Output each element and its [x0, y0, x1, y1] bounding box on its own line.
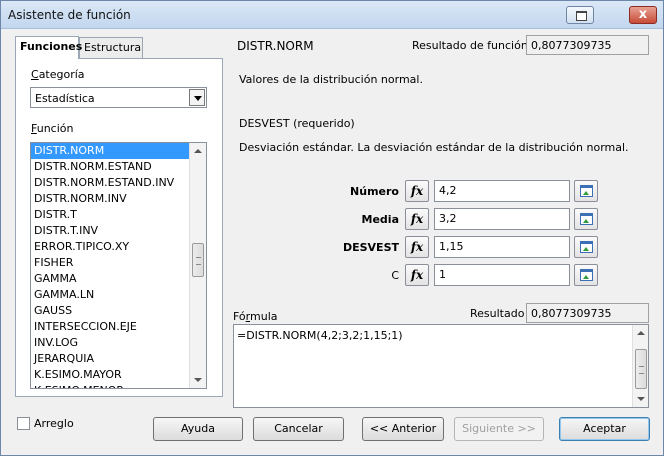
list-item[interactable]: FISHER: [31, 255, 189, 271]
category-selected-value: Estadística: [35, 92, 95, 105]
argument-label: Número: [350, 185, 399, 198]
function-result-label: Resultado de función: [412, 39, 528, 52]
formula-result-label: Resultado: [470, 307, 525, 320]
category-select[interactable]: Estadística: [30, 87, 207, 108]
argument-label: C: [391, 269, 399, 282]
formula-text: =DISTR.NORM(4,2;3,2;1,15;1): [237, 329, 403, 342]
argument-label: DESVEST: [342, 241, 399, 254]
parameter-title: DESVEST (requerido): [239, 117, 355, 130]
cancel-button-label: Cancelar: [274, 422, 323, 435]
parameter-description: Desviación estándar. La desviación están…: [239, 141, 629, 154]
scroll-thumb[interactable]: [192, 243, 204, 278]
window-select-icon: [580, 185, 593, 197]
list-item[interactable]: INV.LOG: [31, 335, 189, 351]
tab-funciones-label: Funciones: [20, 40, 83, 53]
scroll-up-icon[interactable]: [194, 149, 202, 153]
argument-input[interactable]: 4,2: [434, 180, 570, 202]
scroll-down-icon[interactable]: [194, 378, 202, 382]
list-item[interactable]: JERARQUIA: [31, 351, 189, 367]
function-label: Función: [31, 122, 74, 135]
function-result-value: 0,8077309735: [526, 35, 649, 55]
help-button[interactable]: Ayuda: [153, 417, 243, 441]
function-description: Valores de la distribución normal.: [239, 73, 423, 86]
array-checkbox-label: Arreglo: [34, 417, 74, 430]
list-item[interactable]: DISTR.T: [31, 207, 189, 223]
list-item[interactable]: DISTR.NORM.INV: [31, 191, 189, 207]
argument-label: Media: [361, 213, 399, 226]
function-listbox[interactable]: DISTR.NORM DISTR.NORM.ESTAND DISTR.NORM.ES…: [30, 142, 207, 389]
scroll-down-icon[interactable]: [637, 397, 645, 401]
tab-estructura[interactable]: Estructura: [79, 37, 143, 58]
scroll-thumb[interactable]: [635, 349, 647, 389]
formula-label: Fórmula: [233, 310, 278, 323]
restore-icon[interactable]: [566, 6, 594, 24]
previous-button-label: << Anterior: [369, 422, 437, 435]
list-item[interactable]: K.ESIMO.MENOR: [31, 383, 189, 388]
list-item[interactable]: DISTR.NORM.ESTAND.INV: [31, 175, 189, 191]
close-button[interactable]: x: [629, 6, 657, 24]
window-select-icon: [580, 213, 593, 225]
scroll-up-icon[interactable]: [637, 331, 645, 335]
shrink-dialog-icon[interactable]: [574, 236, 598, 258]
tab-estructura-label: Estructura: [84, 41, 142, 54]
formula-result-value: 0,8077309735: [526, 303, 649, 323]
function-name: DISTR.NORM: [237, 39, 314, 53]
function-list: DISTR.NORM DISTR.NORM.ESTAND DISTR.NORM.ES…: [31, 143, 189, 388]
previous-button[interactable]: << Anterior: [362, 417, 444, 441]
window-title: Asistente de función: [8, 8, 131, 22]
window-select-icon: [580, 241, 593, 253]
help-button-label: Ayuda: [181, 422, 215, 435]
shrink-dialog-icon[interactable]: [574, 264, 598, 286]
list-item[interactable]: GAMMA.LN: [31, 287, 189, 303]
fx-icon[interactable]: fx: [405, 180, 429, 202]
formula-scrollbar[interactable]: [632, 325, 648, 407]
chevron-down-icon[interactable]: [189, 89, 205, 106]
cancel-button[interactable]: Cancelar: [253, 417, 344, 441]
fx-icon[interactable]: fx: [405, 264, 429, 286]
list-item[interactable]: DISTR.NORM.ESTAND: [31, 159, 189, 175]
tab-funciones[interactable]: Funciones: [15, 36, 83, 59]
close-icon: x: [638, 7, 648, 22]
list-item[interactable]: INTERSECCION.EJE: [31, 319, 189, 335]
argument-input[interactable]: 3,2: [434, 208, 570, 230]
formula-editor[interactable]: =DISTR.NORM(4,2;3,2;1,15;1): [233, 324, 649, 408]
title-bar[interactable]: Asistente de función x: [1, 1, 663, 29]
accept-button-label: Aceptar: [583, 422, 626, 435]
function-list-scrollbar[interactable]: [189, 143, 206, 388]
next-button[interactable]: Siguiente >>: [454, 417, 544, 441]
list-item[interactable]: GAUSS: [31, 303, 189, 319]
shrink-dialog-icon[interactable]: [574, 208, 598, 230]
list-item[interactable]: ERROR.TIPICO.XY: [31, 239, 189, 255]
list-item[interactable]: GAMMA: [31, 271, 189, 287]
next-button-label: Siguiente >>: [462, 422, 536, 435]
window-select-icon: [580, 269, 593, 281]
fx-icon[interactable]: fx: [405, 236, 429, 258]
list-item[interactable]: K.ESIMO.MAYOR: [31, 367, 189, 383]
category-label: Categoría: [31, 68, 85, 81]
argument-input[interactable]: 1: [434, 264, 570, 286]
fx-icon[interactable]: fx: [405, 208, 429, 230]
accept-button[interactable]: Aceptar: [559, 417, 650, 441]
list-item[interactable]: DISTR.NORM: [31, 143, 189, 159]
function-wizard-dialog: Asistente de función x Funciones Estruct…: [0, 0, 664, 456]
array-checkbox[interactable]: [17, 417, 30, 430]
list-item[interactable]: DISTR.T.INV: [31, 223, 189, 239]
shrink-dialog-icon[interactable]: [574, 180, 598, 202]
argument-input[interactable]: 1,15: [434, 236, 570, 258]
